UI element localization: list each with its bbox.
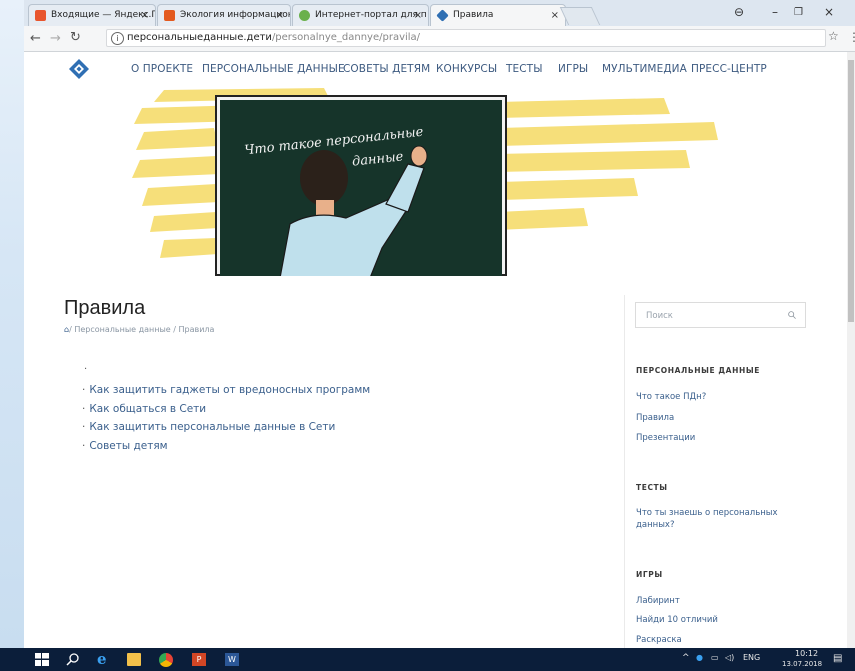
search-icon[interactable] — [788, 311, 796, 319]
sidebar-divider — [624, 295, 625, 648]
account-icon[interactable]: ⊖ — [734, 5, 744, 19]
list-item[interactable]: · Как защитить персональные данные в Сети — [82, 418, 370, 437]
desktop-background — [0, 0, 24, 648]
close-tab-icon[interactable]: × — [141, 5, 149, 26]
tray-info-icon[interactable]: ● — [696, 653, 703, 662]
address-host: персональныеданные.дети — [127, 32, 272, 43]
nav-personal-data[interactable]: ПЕРСОНАЛЬНЫЕ ДАННЫЕ — [202, 63, 345, 75]
tab-ecology[interactable]: Экология информацион × — [157, 4, 291, 26]
sidebar-link-quiz[interactable]: Что ты знаешь о персональных данных? — [636, 507, 786, 531]
chrome-icon[interactable] — [159, 653, 173, 667]
nav-press-center[interactable]: ПРЕСС-ЦЕНТР — [691, 63, 767, 75]
back-arrow-icon[interactable]: ← — [30, 31, 41, 46]
sidebar-link-coloring[interactable]: Раскраска — [636, 634, 682, 646]
close-window-button[interactable]: × — [824, 5, 834, 19]
address-toolbar: ← → ↻ i персональныеданные.дети/personal… — [24, 26, 855, 52]
reload-icon[interactable]: ↻ — [70, 30, 81, 45]
rule-link-protect-data[interactable]: Как защитить персональные данные в Сети — [89, 421, 335, 433]
clock-date[interactable]: 13.07.2018 — [782, 660, 822, 668]
sidebar-heading-games: ИГРЫ — [636, 570, 663, 579]
forward-arrow-icon[interactable]: → — [50, 31, 61, 46]
notifications-icon[interactable]: ▤ — [833, 653, 842, 664]
browser-menu-icon[interactable]: ⋮ — [848, 30, 855, 44]
sidebar-link-find-differences[interactable]: Найди 10 отличий — [636, 614, 718, 626]
address-bar[interactable]: i персональныеданные.дети/personalnye_da… — [106, 29, 826, 47]
tab-pravila[interactable]: Правила × — [430, 4, 566, 26]
word-icon[interactable]: W — [225, 653, 239, 666]
sidebar-link-rules[interactable]: Правила — [636, 412, 674, 424]
close-tab-icon[interactable]: × — [414, 5, 422, 26]
teacher-illustration — [279, 145, 428, 276]
bookmark-favicon-icon — [164, 10, 175, 21]
network-icon[interactable]: ▭ — [711, 653, 719, 662]
breadcrumb: ⌂/ Персональные данные / Правила — [64, 325, 214, 334]
site-favicon-icon — [436, 9, 449, 22]
hero-banner: Что такое персональные данные — [24, 88, 847, 276]
nav-contests[interactable]: КОНКУРСЫ — [436, 63, 497, 75]
file-explorer-icon[interactable] — [127, 653, 141, 666]
empty-list-bullet: · — [84, 364, 88, 375]
sidebar-heading-tests: ТЕСТЫ — [636, 483, 668, 492]
search-placeholder: Поиск — [646, 311, 673, 321]
scrollbar-thumb[interactable] — [848, 60, 854, 322]
sidebar-link-presentations[interactable]: Презентации — [636, 432, 695, 444]
list-item[interactable]: · Как защитить гаджеты от вредоносных про… — [82, 381, 370, 400]
list-item[interactable]: · Как общаться в Сети — [82, 400, 370, 419]
nav-games[interactable]: ИГРЫ — [558, 63, 588, 75]
nav-advice[interactable]: СОВЕТЫ ДЕТЯМ — [343, 63, 430, 75]
bookmark-star-icon[interactable]: ☆ — [828, 29, 839, 43]
nav-about[interactable]: О ПРОЕКТЕ — [131, 63, 193, 75]
language-indicator[interactable]: ENG — [743, 653, 760, 662]
tab-portal[interactable]: Интернет-портал для п × — [292, 4, 429, 26]
clock-time[interactable]: 10:12 — [795, 649, 818, 658]
nav-tests[interactable]: ТЕСТЫ — [506, 63, 543, 75]
windows-start-icon[interactable] — [35, 653, 49, 666]
breadcrumb-text[interactable]: / Персональные данные / Правила — [69, 325, 214, 334]
search-input[interactable]: Поиск — [635, 302, 806, 328]
sidebar-link-what-is-pd[interactable]: Что такое ПДн? — [636, 391, 706, 403]
tray-chevron-icon[interactable]: ^ — [682, 653, 690, 663]
close-tab-icon[interactable]: × — [551, 5, 559, 26]
sidebar-link-labyrinth[interactable]: Лабиринт — [636, 595, 680, 607]
rule-link-advice[interactable]: Советы детям — [89, 440, 167, 452]
volume-icon[interactable]: ◁) — [725, 653, 734, 662]
mail-favicon-icon — [35, 10, 46, 21]
list-item[interactable]: · Советы детям — [82, 437, 370, 456]
minimize-button[interactable]: – — [772, 5, 778, 19]
edge-browser-icon[interactable]: e — [97, 650, 111, 668]
taskbar: e P W ^ ● ▭ ◁) ENG 10:12 13.07.2018 ▤ — [0, 648, 855, 671]
rule-link-communicate[interactable]: Как общаться в Сети — [89, 403, 206, 415]
page-title: Правила — [64, 297, 146, 319]
site-header: О ПРОЕКТЕ ПЕРСОНАЛЬНЫЕ ДАННЫЕ СОВЕТЫ ДЕТ… — [24, 52, 847, 88]
nav-multimedia[interactable]: МУЛЬТИМЕДИА — [602, 63, 687, 75]
powerpoint-icon[interactable]: P — [192, 653, 206, 666]
info-icon[interactable]: i — [111, 32, 124, 45]
close-tab-icon[interactable]: × — [276, 5, 284, 26]
sidebar-heading-personal-data: ПЕРСОНАЛЬНЫЕ ДАННЫЕ — [636, 366, 760, 375]
restore-button[interactable]: ❐ — [794, 7, 803, 18]
globe-favicon-icon — [299, 10, 310, 21]
browser-tab-strip: Входящие — Яндекс.По × Экология информац… — [24, 0, 855, 26]
address-path: /personalnye_dannye/pravila/ — [271, 32, 421, 43]
rule-link-gadgets[interactable]: Как защитить гаджеты от вредоносных прог… — [89, 384, 370, 396]
tab-inbox[interactable]: Входящие — Яндекс.По × — [28, 4, 156, 26]
rules-list: · Как защитить гаджеты от вредоносных про… — [82, 381, 370, 455]
search-icon[interactable] — [66, 653, 80, 666]
site-logo-icon[interactable] — [68, 58, 90, 80]
